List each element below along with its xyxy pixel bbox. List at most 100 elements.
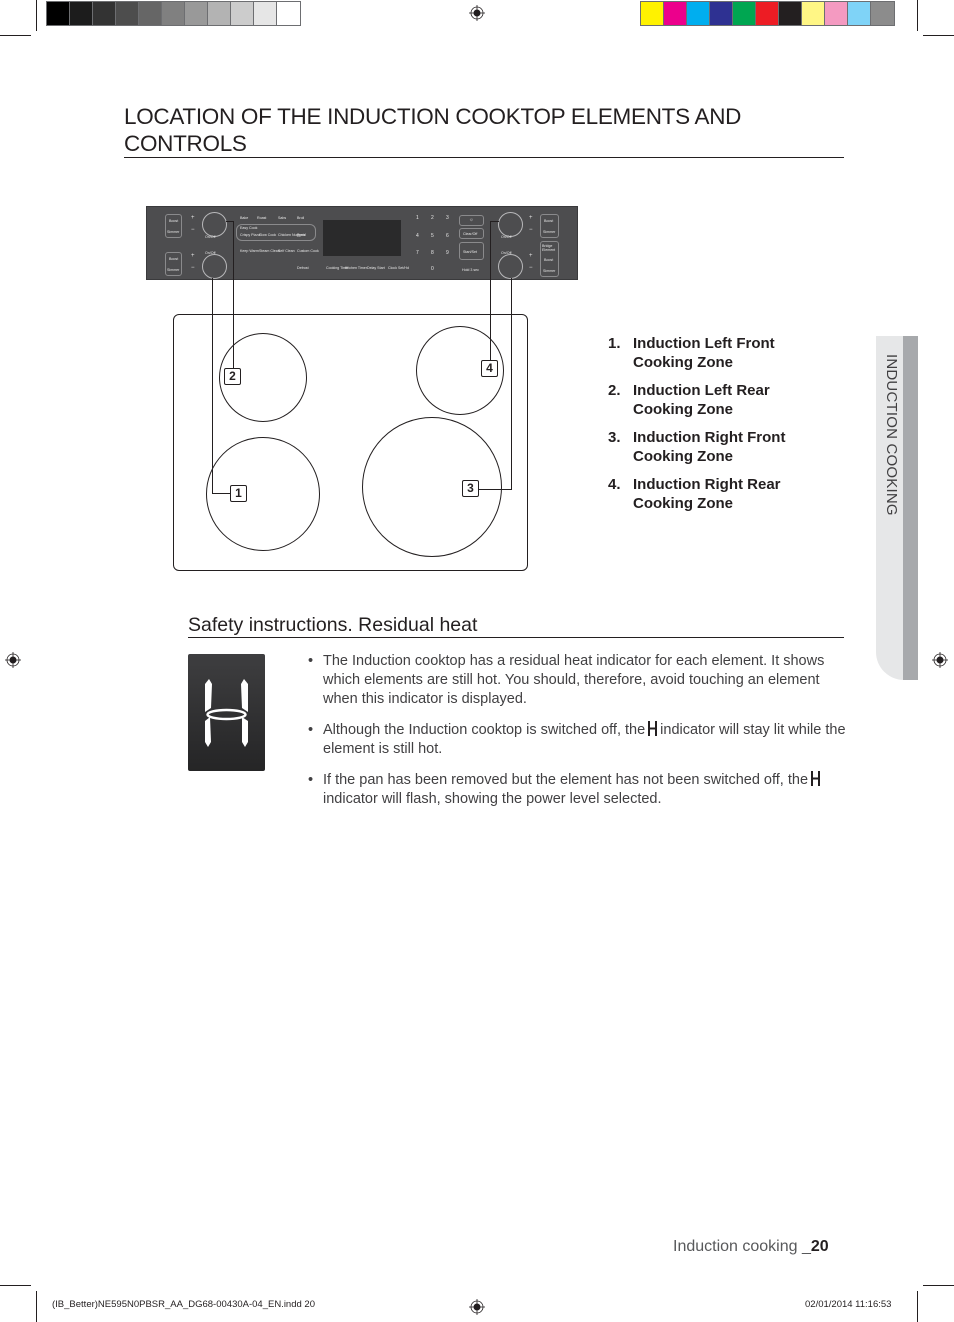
plus-icon: + <box>191 215 195 221</box>
title-divider <box>124 157 844 158</box>
h-indicator-icon <box>648 721 658 736</box>
left-front-zone <box>206 437 320 551</box>
bridge-label: Bridge Element <box>542 244 556 252</box>
color-swatch <box>139 2 162 25</box>
oven-light-button: ☼ <box>459 215 484 226</box>
crop-mark <box>917 1291 918 1322</box>
color-swatch <box>848 2 871 25</box>
color-swatch <box>871 2 894 25</box>
callout-4: 4 <box>481 360 498 377</box>
mode-label: Self Clean <box>278 249 295 253</box>
page-number: 20 <box>810 1238 829 1255</box>
crop-mark <box>36 1291 37 1322</box>
crop-mark <box>36 0 37 31</box>
section-divider <box>188 637 844 638</box>
minus-icon: − <box>529 265 533 271</box>
keypad-key: 0 <box>431 266 434 272</box>
keypad-key: 3 <box>446 215 449 221</box>
simmer-label: Simmer <box>543 269 556 273</box>
mode-label: Steam Clean <box>259 249 280 253</box>
zone-text: Induction Right Front Cooking Zone <box>633 428 785 466</box>
zone-name: Cooking Zone <box>633 448 733 465</box>
simmer-label: Simmer <box>543 230 556 234</box>
minus-icon: − <box>529 227 533 233</box>
simmer-label: Simmer <box>167 268 180 272</box>
registration-mark-icon <box>469 5 485 21</box>
zone-name: Induction Right Front <box>633 429 786 446</box>
bullet-item: If the pan has been removed but the elem… <box>308 771 848 809</box>
callout-1: 1 <box>230 485 247 502</box>
leader-line <box>490 221 499 222</box>
keypad-key: 5 <box>431 233 434 239</box>
simmer-label: Simmer <box>167 230 180 234</box>
color-swatch <box>231 2 254 25</box>
light-icon: ☼ <box>469 217 474 223</box>
zone-number: 3. <box>608 429 621 446</box>
start-set-button: Start/Set <box>459 242 484 260</box>
clear-off-button: Clear/Off <box>459 228 484 239</box>
boost-label: Boost <box>169 219 179 223</box>
h-indicator-icon <box>205 679 248 747</box>
crop-mark <box>917 0 918 31</box>
zone-name: Cooking Zone <box>633 401 733 418</box>
zone-legend-item: 1. Induction Left Front Cooking Zone <box>608 334 838 372</box>
section-heading: Safety instructions. Residual heat <box>188 614 478 636</box>
color-swatch <box>641 2 664 25</box>
callout-3: 3 <box>462 480 479 497</box>
zone-name: Induction Left Front <box>633 335 775 352</box>
callout-2: 2 <box>224 368 241 385</box>
mode-label: Keep Warm <box>240 249 259 253</box>
zone-legend-item: 3. Induction Right Front Cooking Zone <box>608 428 838 466</box>
control-panel: Boost Simmer + − On/Off Boost Simmer + −… <box>146 206 578 280</box>
plus-icon: + <box>191 253 195 259</box>
zone-legend-item: 4. Induction Right Rear Cooking Zone <box>608 475 838 513</box>
right-front-knob <box>498 254 523 279</box>
crop-mark <box>923 1285 954 1286</box>
mode-label: Kitchen Timer <box>345 266 367 270</box>
page-title-line1: LOCATION OF THE INDUCTION COOKTOP ELEMEN… <box>124 104 742 129</box>
mode-label: Slow Cook <box>259 233 277 237</box>
keypad-key: 7 <box>416 250 419 256</box>
mode-label: Sabs <box>278 216 287 220</box>
mode-label: Crispy Pizza <box>240 233 260 237</box>
zone-text: Induction Left Front Cooking Zone <box>633 334 775 372</box>
color-swatch <box>93 2 116 25</box>
right-front-zone <box>362 417 502 557</box>
mode-label: Proof <box>297 233 306 237</box>
color-swatch <box>756 2 779 25</box>
color-swatch <box>47 2 70 25</box>
crop-mark <box>0 1285 31 1286</box>
mode-label: Bake <box>240 216 249 220</box>
clear-off-label: Clear/Off <box>463 232 478 236</box>
keypad-key: 2 <box>431 215 434 221</box>
registration-mark-icon <box>5 652 21 668</box>
section-tab-label: INDUCTION COOKING <box>883 354 900 516</box>
gray-color-bar <box>46 1 301 26</box>
minus-icon: − <box>191 265 195 271</box>
onoff-label: On/Off <box>205 235 216 239</box>
page-title: LOCATION OF THE INDUCTION COOKTOP ELEMEN… <box>124 103 844 157</box>
zone-number: 4. <box>608 476 621 493</box>
registration-mark-icon <box>469 1299 485 1315</box>
bullet-text: Although the Induction cooktop is switch… <box>323 722 646 738</box>
page-footer: Induction cooking _20 <box>673 1238 829 1256</box>
left-rear-boost-simmer-button: Boost Simmer <box>165 252 182 276</box>
residual-heat-indicator-image <box>188 654 265 771</box>
mode-label: Roast <box>257 216 267 220</box>
right-rear-boost-simmer-button: Boost Simmer <box>540 214 559 238</box>
color-swatch <box>825 2 848 25</box>
zone-name: Induction Left Rear <box>633 382 770 399</box>
process-color-bar <box>640 1 895 26</box>
color-swatch <box>779 2 802 25</box>
zone-name: Cooking Zone <box>633 354 733 371</box>
keypad-key: 1 <box>416 215 419 221</box>
slug-filename: (IB_Better)NE595N0PBSR_AA_DG68-00430A-04… <box>52 1299 315 1310</box>
color-swatch <box>687 2 710 25</box>
bullet-text: indicator will flash, showing the power … <box>323 791 662 807</box>
bullet-text: If the pan has been removed but the elem… <box>323 772 809 788</box>
color-swatch <box>162 2 185 25</box>
page-title-line2: CONTROLS <box>124 131 247 156</box>
keypad-key: 4 <box>416 233 419 239</box>
onoff-label: On/Off <box>501 235 512 239</box>
registration-mark-icon <box>932 652 948 668</box>
